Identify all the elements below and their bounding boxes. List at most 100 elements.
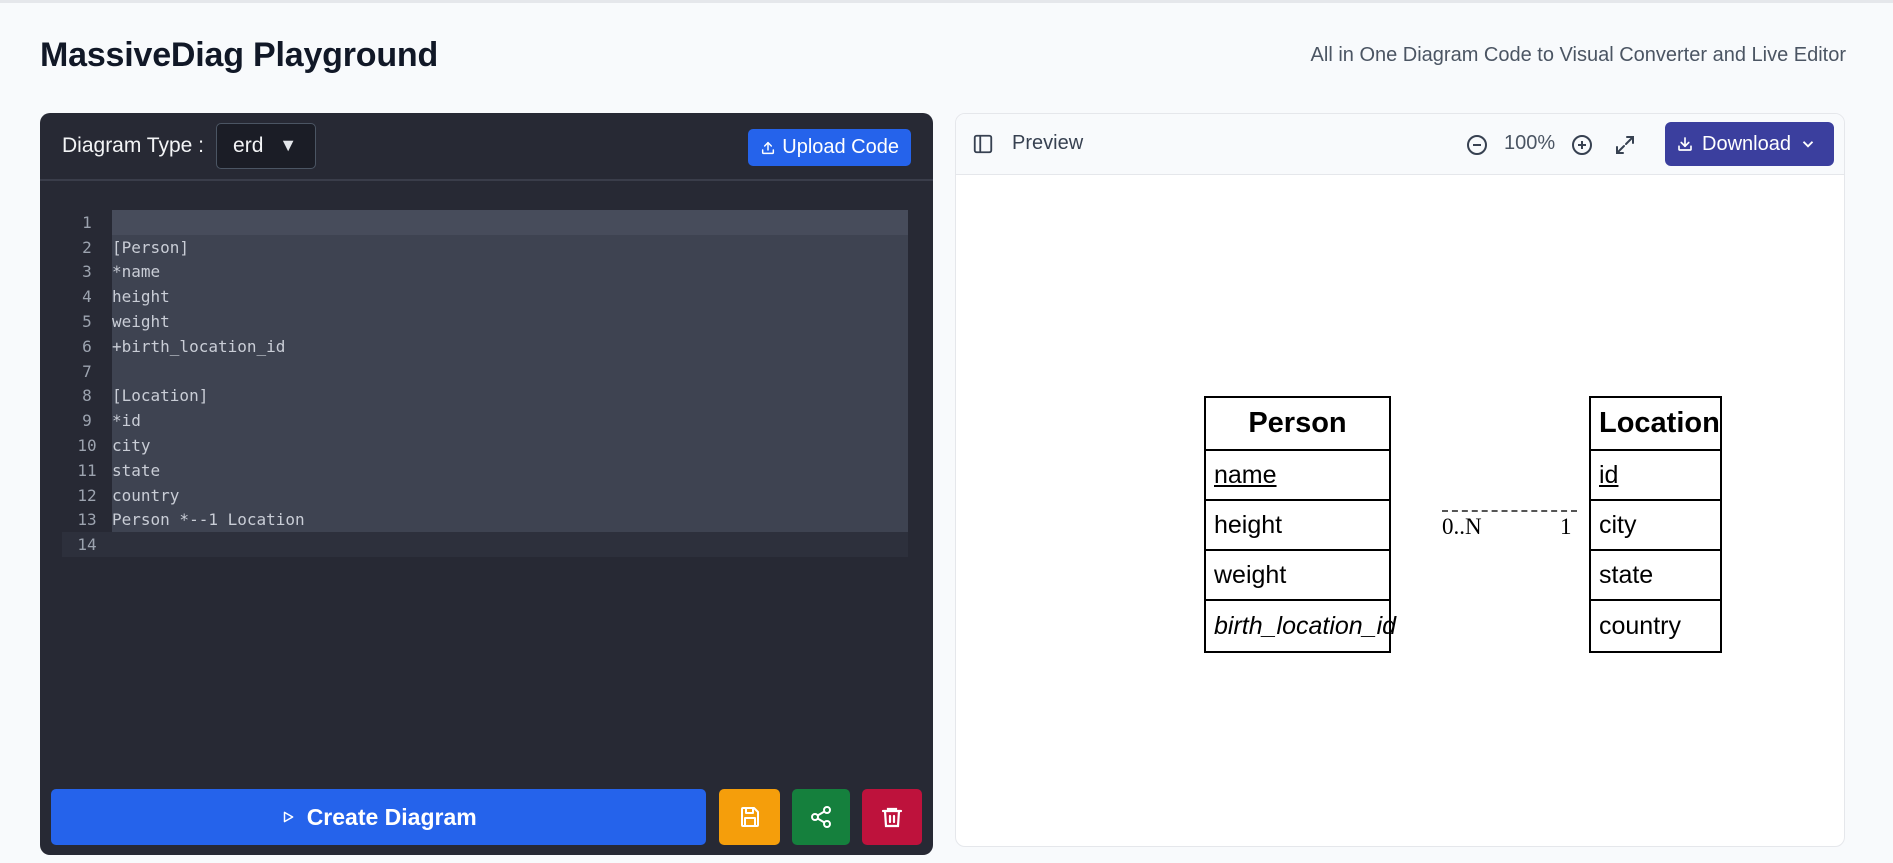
upload-code-label: Upload Code <box>782 136 899 158</box>
preview-panel: Preview 100% Download Person name height w… <box>955 113 1845 847</box>
entity-field: name <box>1206 451 1389 501</box>
line-content: [Location] <box>112 383 908 409</box>
entity-field: birth_location_id <box>1206 601 1396 651</box>
line-content: weight <box>112 309 908 334</box>
trash-icon <box>881 807 903 828</box>
code-line[interactable]: 13 Person *--1 Location <box>62 507 908 533</box>
play-icon <box>283 811 294 823</box>
fullscreen-icon[interactable] <box>1613 133 1637 157</box>
relation-line <box>1442 510 1577 512</box>
line-number: 8 <box>82 386 92 406</box>
line-content <box>112 358 908 384</box>
preview-toolbar: Preview 100% Download <box>956 114 1844 175</box>
zoom-in-icon[interactable] <box>1570 133 1594 157</box>
zoom-out-icon[interactable] <box>1465 133 1489 157</box>
top-border <box>0 0 1893 3</box>
code-line[interactable]: 4 height <box>62 284 908 310</box>
line-content: city <box>112 433 908 458</box>
line-content <box>112 532 908 558</box>
code-line[interactable]: 9 *id <box>62 408 908 434</box>
sidebar-toggle-icon[interactable] <box>972 133 994 155</box>
line-content: *id <box>112 408 908 434</box>
diagram-canvas: Person name height weight birth_location_id… <box>956 175 1844 846</box>
share-button[interactable] <box>792 789 851 845</box>
create-diagram-label: Create Diagram <box>306 803 477 830</box>
entity-field: city <box>1591 501 1720 551</box>
cardinality-right: 1 <box>1560 514 1572 539</box>
line-content: country <box>112 482 908 508</box>
zoom-level: 100% <box>1504 132 1556 154</box>
download-icon <box>1678 137 1692 151</box>
line-content: Person *--1 Location <box>112 507 908 533</box>
code-line[interactable]: 11 state <box>62 457 908 483</box>
create-diagram-button[interactable]: Create Diagram <box>51 789 707 845</box>
code-line[interactable]: 1 <box>62 210 908 235</box>
code-line[interactable]: 5 weight <box>62 309 908 334</box>
field-name: country <box>1599 611 1681 640</box>
code-area[interactable]: 1 2 [Person] 3 *name 4 height 5 weight 6 +birth_lo… <box>62 210 908 558</box>
line-number: 4 <box>82 287 92 307</box>
code-line[interactable]: 7 <box>62 358 908 384</box>
share-icon <box>811 806 832 828</box>
line-number: 9 <box>82 411 92 431</box>
download-button[interactable]: Download <box>1665 122 1834 166</box>
diagram-type-value: erd <box>233 134 264 157</box>
code-editor-panel: Diagram Type : erd ▼ Upload Code 1 2 [Pers… <box>40 113 933 855</box>
code-line[interactable]: 2 [Person] <box>62 234 908 260</box>
page-header: MassiveDiag Playground All in One Diagra… <box>40 36 1846 75</box>
entity-field: country <box>1591 601 1720 651</box>
entity-location: Location id city state country <box>1589 396 1722 653</box>
dropdown-arrow-icon: ▼ <box>279 135 298 155</box>
line-number: 12 <box>77 485 97 505</box>
save-icon <box>740 807 759 827</box>
entity-field: weight <box>1206 551 1389 601</box>
line-content: *name <box>112 259 908 285</box>
code-line[interactable]: 10 city <box>62 433 908 458</box>
diagram-type-select[interactable]: erd ▼ <box>216 123 317 169</box>
code-line[interactable]: 14 <box>62 532 908 558</box>
line-number: 7 <box>82 361 92 381</box>
entity-person: Person name height weight birth_location_id <box>1204 396 1396 653</box>
upload-code-button[interactable]: Upload Code <box>748 129 911 166</box>
line-number: 1 <box>82 212 92 232</box>
line-number: 5 <box>82 312 92 332</box>
line-content: state <box>112 457 908 483</box>
line-content <box>112 210 908 235</box>
line-content: [Person] <box>112 234 908 260</box>
editor-toolbar: Diagram Type : erd ▼ Upload Code <box>40 113 933 181</box>
page-subtitle: All in One Diagram Code to Visual Conver… <box>1310 44 1846 66</box>
line-number: 3 <box>82 262 92 282</box>
preview-label: Preview <box>1012 132 1084 154</box>
upload-icon <box>762 141 775 154</box>
field-name: height <box>1214 510 1283 539</box>
line-content: +birth_location_id <box>112 333 908 359</box>
line-content: height <box>112 284 908 310</box>
line-number: 11 <box>77 460 97 480</box>
download-label: Download <box>1702 132 1791 155</box>
field-name: name <box>1214 460 1277 489</box>
field-name: city <box>1599 510 1637 539</box>
code-line[interactable]: 8 [Location] <box>62 383 908 409</box>
line-number: 13 <box>77 510 97 530</box>
line-number: 2 <box>82 237 92 257</box>
entity-field: height <box>1206 501 1389 551</box>
page-title: MassiveDiag Playground <box>40 36 439 74</box>
cardinality-left: 0..N <box>1442 514 1482 539</box>
entity-field: id <box>1591 451 1720 501</box>
diagram-type-label: Diagram Type : <box>62 134 205 157</box>
code-line[interactable]: 3 *name <box>62 259 908 285</box>
save-button[interactable] <box>719 789 781 845</box>
chevron-down-icon <box>1802 141 1814 148</box>
code-line[interactable]: 6 +birth_location_id <box>62 333 908 359</box>
field-name: state <box>1599 560 1654 589</box>
line-number: 10 <box>77 436 97 456</box>
entity-field: state <box>1591 551 1720 601</box>
field-name: birth_location_id <box>1214 611 1397 640</box>
entity-title: Person <box>1206 398 1389 451</box>
code-line[interactable]: 12 country <box>62 482 908 508</box>
line-number: 6 <box>82 336 92 356</box>
delete-button[interactable] <box>862 789 922 845</box>
entity-title: Location <box>1591 398 1720 451</box>
field-name: id <box>1599 460 1619 489</box>
field-name: weight <box>1214 560 1287 589</box>
